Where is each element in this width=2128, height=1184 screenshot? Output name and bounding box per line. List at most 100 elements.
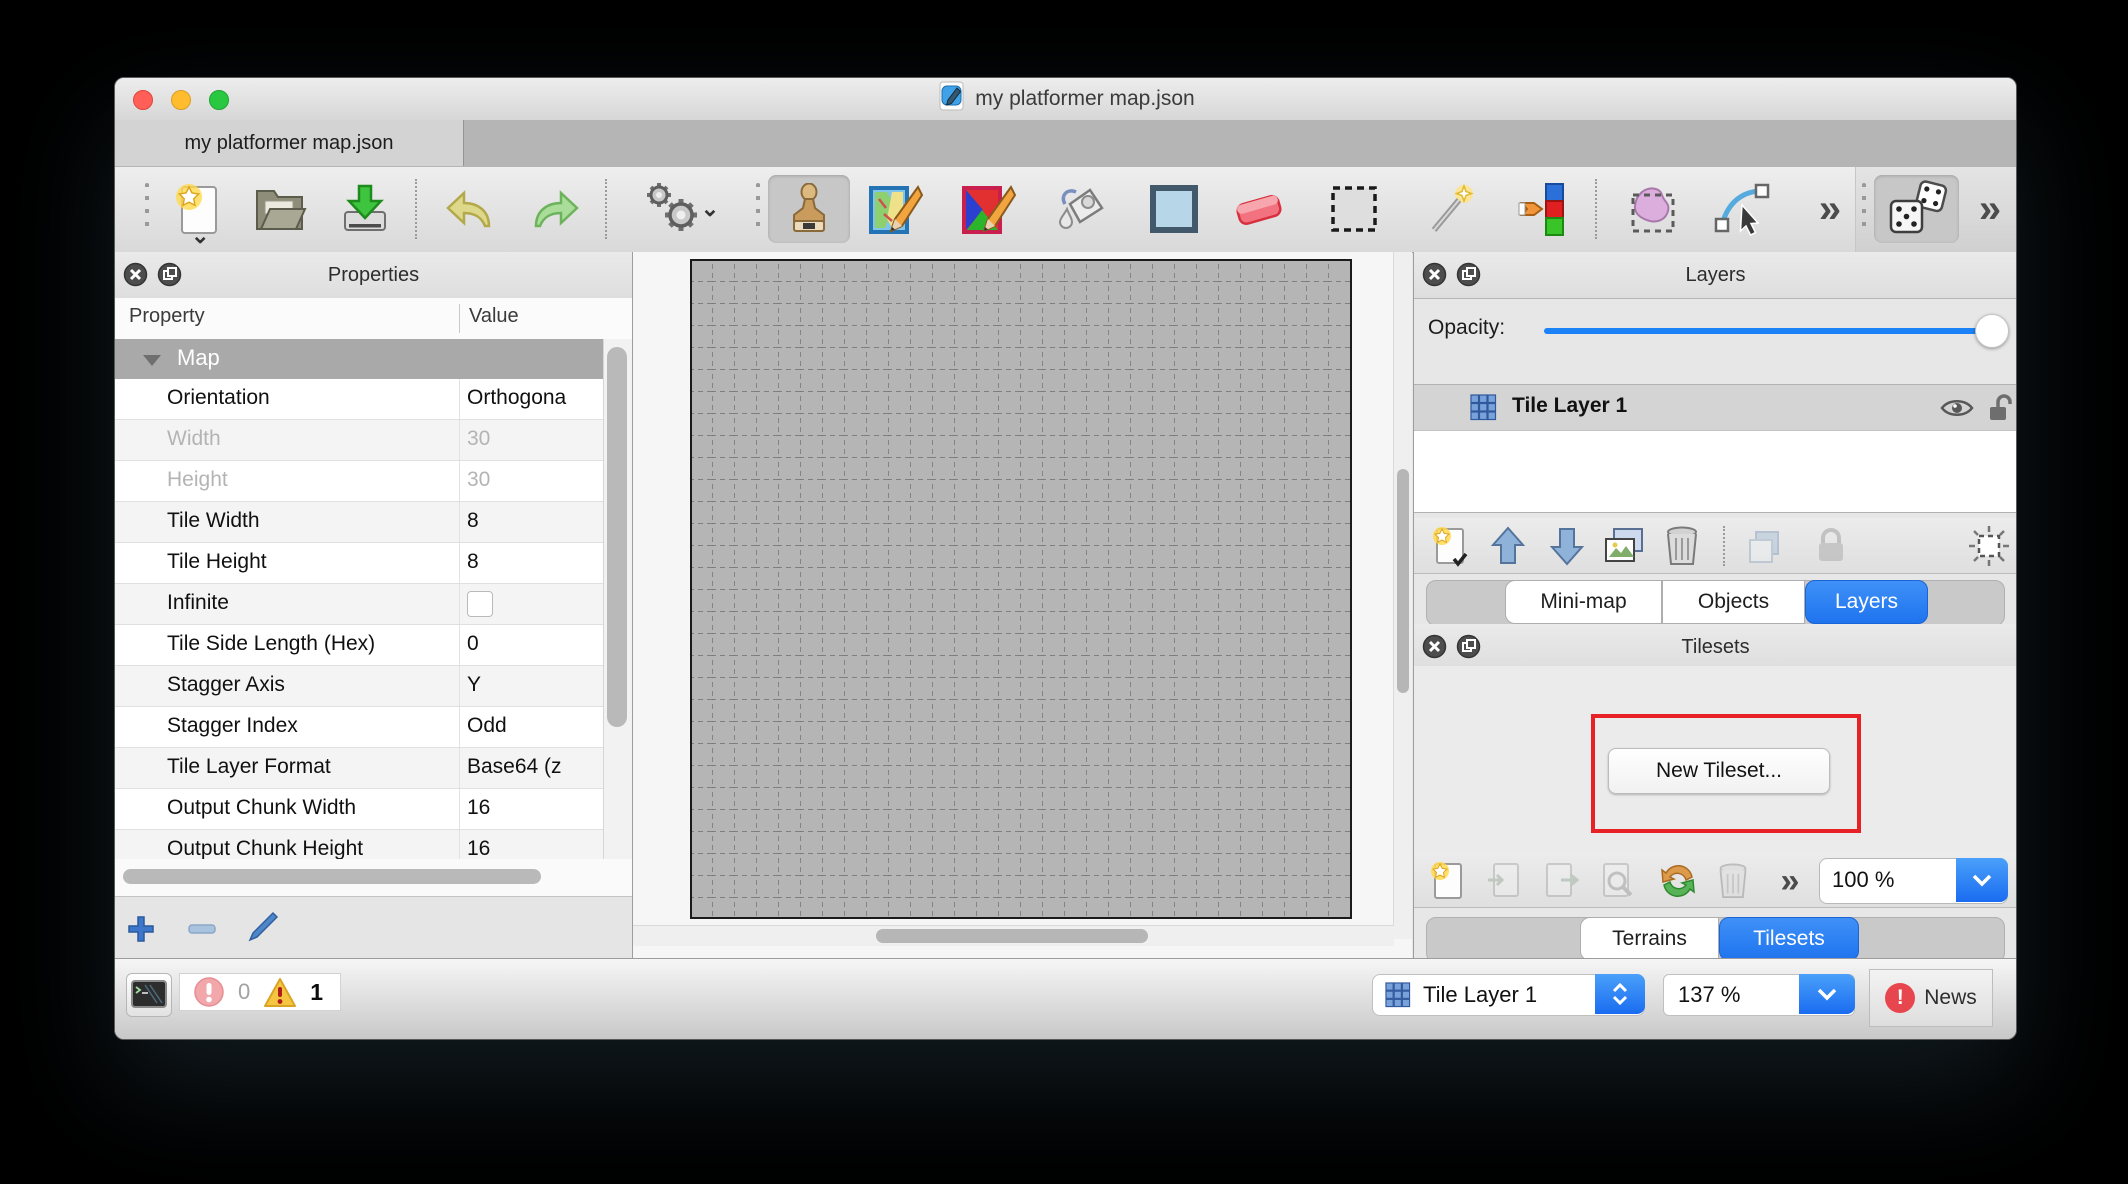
property-row[interactable]: Tile Height8 (115, 543, 604, 584)
toolbar-overflow-button[interactable]: » (1810, 175, 1850, 243)
tab-objects[interactable]: Objects (1662, 580, 1805, 624)
map-zoom-select[interactable]: 137 % (1663, 974, 1855, 1016)
warning-count: 1 (310, 979, 323, 1006)
eraser-button[interactable] (1225, 175, 1293, 243)
tileset-zoom-select[interactable]: 100 % (1819, 858, 2008, 904)
embed-tileset-button-disabled[interactable] (1482, 859, 1526, 903)
new-tileset-toolbar-button[interactable] (1426, 859, 1470, 903)
duplicate-layer-button[interactable] (1602, 524, 1646, 568)
open-file-button[interactable] (246, 175, 314, 243)
edit-property-icon[interactable] (245, 911, 279, 945)
float-panel-icon[interactable] (157, 262, 182, 287)
opacity-slider[interactable] (1544, 328, 1989, 334)
toolbar-drag-handle[interactable] (145, 183, 149, 235)
new-map-dropdown-chevron[interactable]: ⌄ (191, 223, 209, 249)
close-panel-icon[interactable] (123, 262, 148, 287)
property-row[interactable]: Stagger AxisY (115, 666, 604, 707)
property-row[interactable]: Infinite (115, 584, 604, 625)
scrollbar-thumb[interactable] (607, 347, 627, 727)
add-property-icon[interactable] (127, 915, 155, 943)
zoom-dropdown-cap[interactable] (1956, 858, 2008, 902)
float-panel-icon[interactable] (1456, 262, 1481, 287)
delete-tileset-button-disabled[interactable] (1711, 859, 1755, 903)
reload-tileset-button[interactable] (1656, 859, 1700, 903)
lower-layer-button[interactable] (1545, 524, 1589, 568)
delete-layer-button[interactable] (1660, 524, 1704, 568)
redo-button[interactable] (521, 175, 589, 243)
document-tab[interactable]: my platformer map.json (115, 120, 464, 166)
edit-polygons-button[interactable] (1708, 175, 1776, 243)
console-button[interactable] (126, 973, 172, 1017)
random-mode-button[interactable] (1874, 175, 1959, 243)
close-panel-icon[interactable] (1422, 262, 1447, 287)
raise-layer-button[interactable] (1486, 524, 1530, 568)
layer-select-stepper[interactable] (1595, 974, 1645, 1014)
property-row[interactable]: Tile Width8 (115, 502, 604, 543)
property-row[interactable]: Stagger IndexOdd (115, 707, 604, 748)
save-button[interactable] (331, 175, 399, 243)
edit-tileset-button-disabled[interactable] (1596, 859, 1640, 903)
column-divider[interactable] (459, 304, 460, 333)
map-canvas[interactable] (690, 259, 1352, 919)
float-panel-icon[interactable] (1456, 634, 1481, 659)
properties-horizontal-scrollbar[interactable] (115, 859, 632, 896)
run-command-chevron[interactable]: ⌄ (701, 196, 719, 222)
select-objects-button[interactable] (1619, 175, 1687, 243)
select-same-tile-button[interactable] (1508, 175, 1576, 243)
highlight-current-layer-button[interactable] (1967, 524, 2011, 568)
toolbar-drag-handle[interactable] (756, 183, 760, 235)
issues-counter[interactable]: 0 1 (179, 973, 341, 1011)
eye-icon[interactable] (1940, 397, 1974, 419)
close-panel-icon[interactable] (1422, 634, 1447, 659)
infinite-checkbox[interactable] (467, 591, 493, 617)
layer-row[interactable]: Tile Layer 1 (1414, 385, 2017, 431)
property-row[interactable]: Tile Layer FormatBase64 (z (115, 748, 604, 789)
map-horizontal-scrollbar[interactable] (633, 925, 1394, 946)
stamp-random-brush-button[interactable] (955, 175, 1023, 243)
properties-vertical-scrollbar[interactable] (603, 339, 632, 859)
chevron-down-icon (1817, 988, 1837, 1001)
disclosure-triangle-icon[interactable] (143, 355, 161, 366)
property-row[interactable]: OrientationOrthogona (115, 379, 604, 420)
tile-grid-icon (1385, 982, 1411, 1008)
rect-select-button[interactable] (1320, 175, 1388, 243)
lock-layer-button-disabled[interactable] (1809, 524, 1853, 568)
value-column-label: Value (469, 305, 519, 328)
property-row[interactable]: Tile Side Length (Hex)0 (115, 625, 604, 666)
toolbar-drag-handle[interactable] (1862, 183, 1866, 235)
tilesets-content: New Tileset... (1414, 666, 2017, 854)
property-row[interactable]: Width30 (115, 420, 604, 461)
remove-property-icon[interactable] (187, 923, 217, 935)
stamp-brush-button[interactable] (768, 175, 850, 243)
terrain-brush-button[interactable] (862, 175, 930, 243)
news-button[interactable]: ! News (1869, 969, 1993, 1027)
copy-layer-button-disabled[interactable] (1744, 524, 1788, 568)
scrollbar-thumb[interactable] (876, 929, 1148, 943)
new-tileset-button[interactable]: New Tileset... (1608, 748, 1830, 794)
undo-button[interactable] (436, 175, 504, 243)
zoom-dropdown-cap[interactable] (1799, 974, 1855, 1014)
layer-name[interactable]: Tile Layer 1 (1512, 394, 1627, 418)
property-row[interactable]: Height30 (115, 461, 604, 502)
property-group-row[interactable]: Map (115, 339, 604, 379)
tab-terrains[interactable]: Terrains (1580, 917, 1719, 961)
opacity-slider-handle[interactable] (1975, 314, 2009, 348)
tab-layers[interactable]: Layers (1805, 580, 1928, 624)
export-tileset-button-disabled[interactable] (1539, 859, 1583, 903)
main-toolbar: ⌄ ⌄ (115, 167, 2016, 253)
map-vertical-scrollbar[interactable] (1393, 252, 1412, 939)
tab-mini-map[interactable]: Mini-map (1505, 580, 1662, 624)
scrollbar-thumb[interactable] (123, 869, 541, 884)
property-row[interactable]: Output Chunk Width16 (115, 789, 604, 830)
scrollbar-thumb[interactable] (1397, 469, 1409, 693)
tab-tilesets[interactable]: Tilesets (1719, 917, 1859, 961)
tilesets-overflow-button[interactable]: » (1770, 859, 1810, 903)
bucket-fill-button[interactable] (1047, 175, 1115, 243)
current-layer-select[interactable]: Tile Layer 1 (1372, 974, 1645, 1016)
new-layer-button[interactable] (1428, 524, 1472, 568)
toolbar-overflow-button-2[interactable]: » (1970, 175, 2010, 243)
unlock-icon[interactable] (1988, 393, 2012, 423)
shape-fill-button[interactable] (1140, 175, 1208, 243)
magic-wand-button[interactable] (1419, 175, 1487, 243)
run-command-button[interactable]: ⌄ (637, 175, 723, 243)
